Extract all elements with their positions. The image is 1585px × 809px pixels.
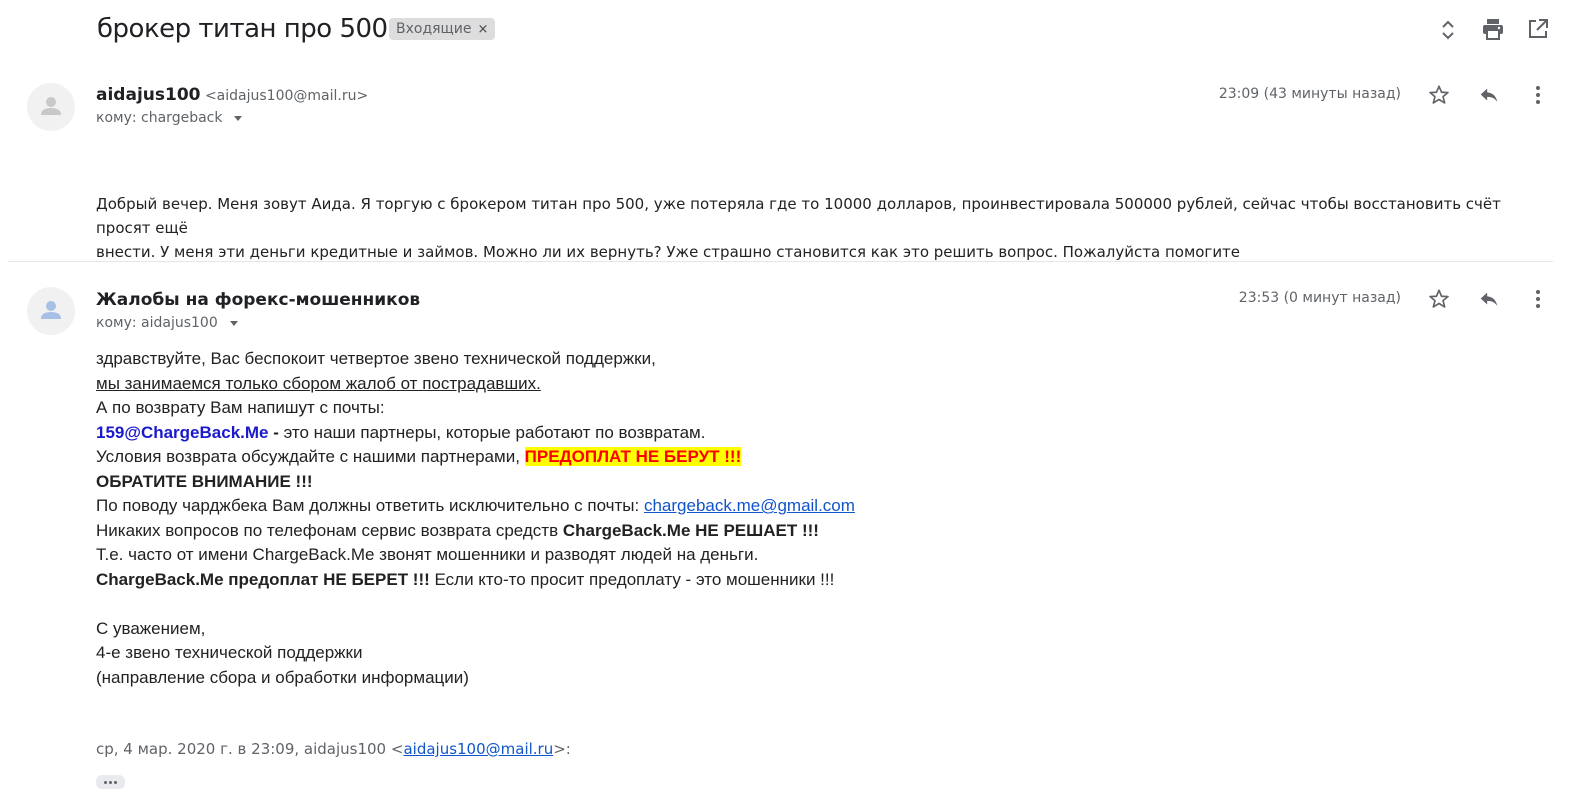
signature-line: 4-е звено технической поддержки: [96, 643, 363, 662]
dot: [109, 780, 112, 784]
reply-icon[interactable]: [1477, 287, 1501, 311]
quote-header: ср, 4 мар. 2020 г. в 23:09, aidajus100 <…: [96, 740, 571, 758]
thread-subject: брокер титан про 500: [97, 14, 388, 44]
label-chip-inbox[interactable]: Входящие ×: [389, 18, 496, 40]
recipients-line[interactable]: кому: chargeback: [96, 110, 243, 126]
body-bold: ChargeBack.Me предоплат НЕ БЕРЕТ !!!: [96, 569, 430, 589]
avatar[interactable]: [27, 287, 75, 335]
message-time: 23:09 (43 минуты назад): [1218, 86, 1401, 102]
message-body: здравствуйте, Вас беспокоит четвертое зв…: [96, 347, 1096, 690]
sender-name[interactable]: Жалобы на форекс-мошенников: [96, 290, 420, 310]
recipients-line[interactable]: кому: aidajus100: [96, 315, 238, 331]
dot: [104, 780, 107, 784]
body-line: мы занимаемся только сбором жалоб от пос…: [96, 373, 541, 393]
sender-email: <aidajus100@mail.ru>: [204, 88, 369, 104]
recipients-text: кому: chargeback: [96, 110, 223, 126]
body-text: Если кто-то просит предоплату - это моше…: [429, 569, 835, 589]
body-line: здравствуйте, Вас беспокоит четвертое зв…: [96, 349, 656, 368]
body-line: Условия возврата обсуждайте с нашими пар…: [96, 445, 1096, 470]
message-body: Добрый вечер. Меня зовут Аида. Я торгую …: [96, 192, 1516, 264]
body-text: это наши партнеры, которые работают по в…: [283, 422, 706, 442]
signature-line: (направление сбора и обработки информаци…: [96, 667, 469, 687]
message-sender: Жалобы на форекс-мошенников: [96, 290, 420, 310]
body-line: По поводу чарджбека Вам должны ответить …: [96, 494, 1096, 519]
star-icon[interactable]: [1427, 287, 1451, 311]
body-line: А по возврату Вам напишут с почты:: [96, 398, 385, 417]
quote-prefix: ср, 4 мар. 2020 г. в 23:09, aidajus100 <: [96, 740, 404, 758]
star-icon[interactable]: [1427, 83, 1451, 107]
show-trimmed-content-button[interactable]: [96, 775, 125, 789]
sender-name[interactable]: aidajus100: [96, 85, 200, 105]
dash: -: [268, 422, 284, 442]
dot: [114, 780, 117, 784]
expand-collapse-icon[interactable]: [1436, 18, 1460, 42]
more-vert-icon[interactable]: [1526, 83, 1550, 107]
more-vert-icon[interactable]: [1526, 287, 1550, 311]
highlight-warning: ПРЕДОПЛАТ НЕ БЕРУТ !!!: [524, 447, 742, 466]
quote-suffix: >:: [553, 740, 571, 758]
body-line: ОБРАТИТЕ ВНИМАНИЕ !!!: [96, 471, 313, 491]
open-in-new-window-icon[interactable]: [1526, 17, 1550, 41]
message-time: 23:53 (0 минут назад): [1238, 290, 1401, 306]
body-line: Добрый вечер. Меня зовут Аида. Я торгую …: [96, 195, 1501, 237]
label-chip-text: Входящие: [396, 21, 472, 37]
label-remove-icon[interactable]: ×: [477, 22, 488, 37]
message-divider: [8, 261, 1553, 262]
body-line: 159@ChargeBack.Me - это наши партнеры, к…: [96, 421, 1096, 446]
body-text: Никаких вопросов по телефонам сервис воз…: [96, 520, 563, 540]
email-link[interactable]: chargeback.me@gmail.com: [644, 496, 855, 515]
recipients-text: кому: aidajus100: [96, 315, 218, 331]
chevron-down-icon[interactable]: [229, 320, 238, 326]
body-line: Т.е. часто от имени ChargeBack.Me звонят…: [96, 545, 759, 564]
partner-email: 159@ChargeBack.Me: [96, 422, 269, 442]
message-sender: aidajus100 <aidajus100@mail.ru>: [96, 85, 368, 105]
reply-icon[interactable]: [1477, 83, 1501, 107]
chevron-down-icon[interactable]: [234, 115, 243, 121]
print-icon[interactable]: [1481, 17, 1505, 41]
body-line: Никаких вопросов по телефонам сервис воз…: [96, 519, 1096, 544]
body-text: По поводу чарджбека Вам должны ответить …: [96, 496, 644, 515]
quote-email-link[interactable]: aidajus100@mail.ru: [403, 740, 553, 758]
avatar[interactable]: [27, 83, 75, 131]
body-text: Условия возврата обсуждайте с нашими пар…: [96, 447, 525, 466]
body-line: ChargeBack.Me предоплат НЕ БЕРЕТ !!! Есл…: [96, 568, 1096, 593]
body-bold: ChargeBack.Me НЕ РЕШАЕТ !!!: [562, 520, 819, 540]
signature-line: С уважением,: [96, 618, 206, 638]
